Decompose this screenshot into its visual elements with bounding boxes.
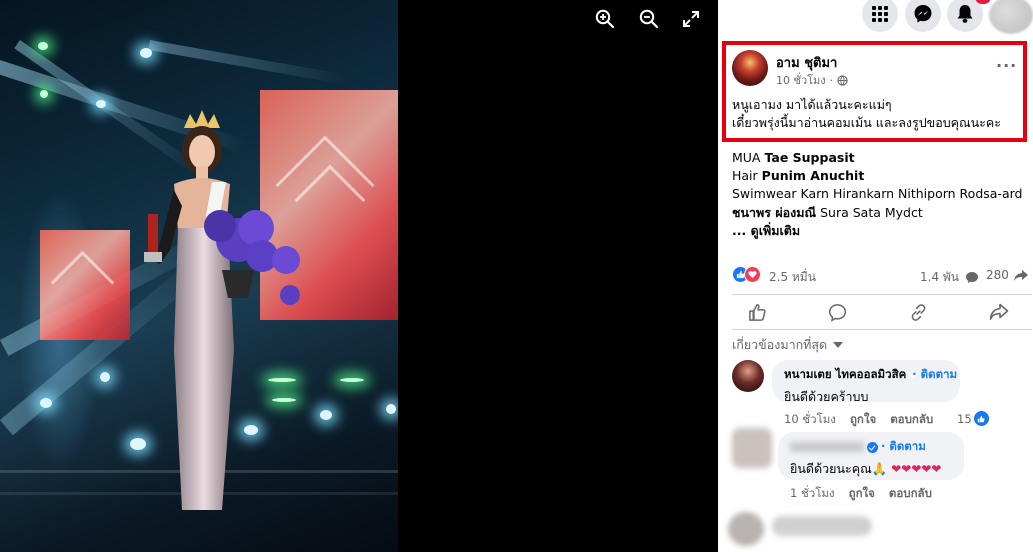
magnifier-plus-icon [595, 9, 615, 29]
stage-light [386, 404, 396, 414]
credit-name[interactable]: Punim Anuchit [762, 168, 865, 183]
stage-light [340, 378, 364, 382]
stage-light [38, 42, 48, 50]
comment-count[interactable]: 1.4 พัน [920, 268, 979, 287]
pageant-winner-figure [144, 110, 300, 510]
grid-menu-icon [872, 6, 888, 22]
comment-reaction-count[interactable]: 15 [957, 411, 989, 426]
credit-line: MUA Tae Suppasit [732, 150, 855, 165]
author-name[interactable]: อาม ชุติมา [776, 52, 837, 73]
reaction-count[interactable]: 2.5 หมื่น [769, 268, 816, 287]
copy-link-button[interactable] [903, 298, 933, 326]
credit-line: Swimwear Karn Hirankarn Nithiporn Rodsa-… [732, 186, 1023, 202]
heart-emoji: ❤❤❤❤❤ [891, 462, 942, 476]
author-avatar[interactable] [732, 50, 768, 86]
like-button[interactable] [742, 298, 772, 326]
notification-badge [975, 0, 991, 4]
stage-light [140, 48, 152, 58]
share-arrow-icon [989, 303, 1009, 320]
link-icon [911, 303, 926, 321]
comment-time[interactable]: 10 ชั่วโมง [784, 411, 836, 429]
top-bar [718, 0, 1033, 36]
comment-time[interactable]: 1 ชั่วโมง [790, 485, 835, 503]
share-count[interactable]: 280 [986, 268, 1029, 282]
comment-meta: 1 ชั่วโมง ถูกใจ ตอบกลับ [790, 485, 932, 503]
caret-down-icon [833, 342, 844, 348]
commenter-name-row: หนามเตย ไทคออลมิวสิค · ติดตาม [784, 366, 957, 384]
post-caption: หนูเอามง มาได้แล้วนะคะแม่ๆ เดี๋ยวพรุ่งนี… [732, 96, 1022, 132]
messenger-button[interactable] [905, 0, 941, 32]
post-credits: MUA Tae Suppasit Hair Punim Anuchit Swim… [732, 149, 1027, 240]
post-header: อาม ชุติมา 10 ชั่วโมง · ··· [732, 50, 1022, 90]
thumbs-up-icon [748, 303, 766, 321]
comment-meta: 10 ชั่วโมง ถูกใจ ตอบกลับ [784, 411, 933, 429]
share-button[interactable] [984, 298, 1014, 326]
credit-name[interactable]: ชนาพร ผ่องมณี [732, 205, 816, 220]
stage-light [40, 90, 48, 98]
share-count-value: 280 [986, 268, 1009, 282]
zoom-out-button[interactable] [636, 6, 662, 32]
expand-arrows-icon [683, 11, 699, 27]
photo-viewer [0, 0, 718, 552]
love-reaction-icon [744, 266, 761, 283]
commenter-name[interactable]: หนามเตย ไทคออลมิวสิค [784, 366, 906, 384]
follow-link[interactable]: · ติดตาม [912, 366, 957, 384]
magnifier-minus-icon [639, 9, 659, 29]
comment-text: ยินดีด้วยคร้าบบ [784, 389, 869, 404]
speech-bubble-icon [829, 303, 847, 322]
comment-bubble: · ติดตาม ยินดีด้วยนะคุณ🙏 ❤❤❤❤❤ [778, 432, 964, 480]
zoom-in-button[interactable] [592, 6, 618, 32]
comment-count-icon [966, 272, 979, 283]
comment-like-button[interactable]: ถูกใจ [850, 411, 876, 429]
commenter-avatar[interactable] [732, 428, 772, 468]
stage-light [100, 372, 110, 382]
stage-light [96, 100, 106, 108]
menu-button[interactable] [862, 0, 898, 32]
commenter-name-row: · ติดตาม [790, 438, 952, 456]
post-meta: 10 ชั่วโมง · [776, 71, 848, 89]
caption-line: หนูเอามง มาได้แล้วนะคะแม่ๆ [732, 97, 892, 112]
comment-bubble: หนามเตย ไทคออลมิวสิค · ติดตาม ยินดีด้วยค… [772, 360, 960, 404]
bell-icon [957, 5, 973, 23]
post-panel: อาม ชุติมา 10 ชั่วโมง · ··· หนูเอามง มาไ… [718, 0, 1033, 552]
globe-icon [837, 74, 848, 86]
caption-line: เดี๋ยวพรุ่งนี้มาอ่านคอมเม้น และลงรูปขอบค… [732, 115, 1001, 130]
comment-count-value: 1.4 พัน [920, 270, 960, 284]
commenter-avatar[interactable] [732, 360, 764, 392]
comment-reaction-value: 15 [957, 411, 972, 426]
post-action-bar [732, 298, 1032, 328]
comment-like-button[interactable]: ถูกใจ [849, 485, 875, 503]
comment-reply-button[interactable]: ตอบกลับ [890, 411, 933, 429]
notifications-button[interactable] [947, 0, 991, 32]
messenger-icon [914, 5, 932, 23]
post-time[interactable]: 10 ชั่วโมง [776, 71, 826, 89]
comment-item-blurred [728, 508, 1028, 548]
post-options-button[interactable]: ··· [996, 56, 1017, 75]
like-reaction-icon [973, 411, 989, 426]
credit-line: Hair Punim Anuchit [732, 168, 865, 184]
share-count-icon [1013, 269, 1028, 281]
comment-sort-label: เกี่ยวข้องมากที่สุด [732, 337, 828, 352]
divider [732, 329, 1032, 330]
comment-sort-dropdown[interactable]: เกี่ยวข้องมากที่สุด [732, 335, 844, 355]
stage-light [40, 398, 52, 408]
follow-link[interactable]: · ติดตาม [881, 438, 926, 456]
reactions-summary: 2.5 หมื่น 1.4 พัน 280 [732, 264, 1029, 287]
commenter-name[interactable] [790, 442, 864, 452]
see-more-link[interactable]: ... ดูเพิ่มเติม [732, 222, 1027, 240]
post-photo[interactable] [0, 0, 398, 552]
comment-button[interactable] [823, 298, 853, 326]
fullscreen-button[interactable] [678, 6, 704, 32]
verified-badge-icon [867, 441, 878, 453]
comment-reply-button[interactable]: ตอบกลับ [889, 485, 932, 503]
light-beam [148, 40, 347, 85]
divider [732, 294, 1032, 295]
account-avatar-button[interactable] [989, 0, 1033, 34]
credit-line: ชนาพร ผ่องมณี Sura Sata Mydct [732, 204, 923, 220]
reaction-icons[interactable] [732, 266, 766, 284]
comment-text: ยินดีด้วยนะคุณ🙏 ❤❤❤❤❤ [790, 461, 942, 476]
stage-light [320, 410, 332, 420]
credit-name[interactable]: Tae Suppasit [764, 150, 854, 165]
